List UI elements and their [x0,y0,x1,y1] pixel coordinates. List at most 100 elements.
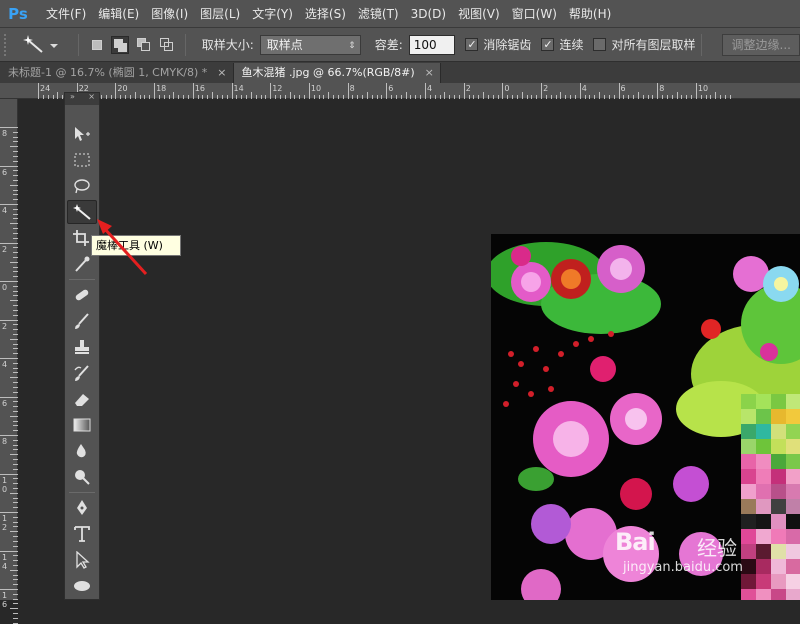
menu-layer[interactable]: 图层(L) [194,0,246,28]
close-icon[interactable]: × [88,92,95,101]
tool-preset-picker[interactable] [20,33,62,57]
ruler-minor-tick [328,92,330,99]
dodge-tool[interactable] [67,465,97,489]
separator [701,33,703,56]
menu-3d[interactable]: 3D(D) [405,0,452,28]
tab-label: 鱼木混猪 .jpg @ 66.7%(RGB/8#) [241,66,415,79]
sample-size-select[interactable]: 取样点 ⇕ [259,34,361,55]
antialias-label: 消除锯齿 [483,38,532,52]
ruler-major-tick [0,512,18,513]
ruler-minor-tick [10,415,18,417]
eraser-tool[interactable] [67,387,97,411]
ruler-label: 18 [156,84,167,93]
dodge-icon [75,470,90,485]
ruler-minor-tick [637,92,639,99]
magic-wand-icon [22,34,58,53]
ruler-label: 2 [2,244,8,254]
tool-separator [69,279,95,280]
menu-image[interactable]: 图像(I) [145,0,194,28]
ruler-major-tick [270,83,272,99]
path-selection-tool[interactable] [67,548,97,572]
checkbox-checked-icon: ✓ [541,38,555,51]
menu-view[interactable]: 视图(V) [452,0,506,28]
ruler-minor-tick [57,92,59,99]
magic-wand-icon [73,204,91,220]
checkbox-checked-icon: ✓ [465,38,479,51]
eyedropper-icon [75,256,90,272]
gradient-icon [73,418,91,432]
lasso-tool[interactable] [67,174,97,198]
menu-window[interactable]: 窗口(W) [506,0,563,28]
type-tool[interactable] [67,522,97,546]
refine-edge-button[interactable]: 调整边缘... [722,33,800,56]
ruler-major-tick [0,242,18,244]
menu-select[interactable]: 选择(S) [299,0,352,28]
sample-all-layers-checkbox[interactable]: 对所有图层取样 [593,36,695,53]
ruler-label: 4 [2,360,8,369]
intersect-selection-mode[interactable] [158,36,175,54]
photoshop-logo: Ps [8,4,28,23]
ruler-label: 14 [233,84,244,93]
sample-size-label: 取样大小: [201,38,254,52]
ruler-minor-tick [289,92,291,99]
tab-active-document[interactable]: 鱼木混猪 .jpg @ 66.7%(RGB/8#) × [233,63,441,83]
tools-panel-header[interactable]: » × [65,92,99,105]
menu-file[interactable]: 文件(F) [40,0,92,28]
separator [184,33,186,56]
antialias-checkbox[interactable]: ✓ 消除锯齿 [465,36,531,53]
clone-stamp-tool[interactable] [67,335,97,359]
ruler-minor-tick [173,92,175,99]
ruler-label: 4 [427,84,433,93]
ruler-major-tick [38,83,39,99]
gradient-tool[interactable] [67,413,97,437]
options-grip[interactable] [4,33,10,56]
ruler-major-tick [657,83,659,99]
magic-wand-tool[interactable] [67,200,97,224]
ruler-minor-tick [10,223,18,225]
ruler-label: 2 [465,84,471,93]
menu-edit[interactable]: 编辑(E) [92,0,145,28]
ellipse-tool[interactable] [67,574,97,598]
ruler-major-tick [192,83,194,99]
watermark-cn: 经验 [697,536,737,560]
ruler-label: 10 [310,84,322,93]
contiguous-checkbox[interactable]: ✓ 连续 [541,36,583,53]
ruler-label: 6 [2,398,8,408]
close-icon[interactable]: × [217,63,226,83]
ruler-minor-tick [10,569,18,571]
menu-help[interactable]: 帮助(H) [563,0,617,28]
pen-icon [77,500,87,515]
ruler-minor-tick [405,92,407,99]
tab-untitled-1[interactable]: 未标题-1 @ 16.7% (椭圆 1, CMYK/8) * × [0,63,234,83]
close-icon[interactable]: × [425,63,434,83]
vertical-ruler[interactable]: 86420246810121416 [0,99,18,624]
eraser-icon [75,394,89,406]
horizontal-ruler[interactable]: 24 22 20 18 16 14 12 10 8 6 4 2 0 2 4 6 8 10 [0,83,800,99]
pen-tool[interactable] [67,496,97,520]
ellipse-icon [74,581,90,591]
ruler-major-tick [502,83,504,99]
move-tool[interactable] [67,122,97,146]
add-selection-mode[interactable] [111,35,129,54]
ruler-major-tick [0,396,18,398]
ruler-label: 1 [2,514,8,523]
magic-wand-tooltip: 魔棒工具 (W) [91,235,181,256]
ruler-major-tick [0,358,18,359]
subtract-selection-mode[interactable] [135,36,152,54]
healing-brush-tool[interactable] [67,283,97,307]
collapse-icon[interactable]: » [70,92,75,101]
tool-separator [69,492,95,493]
marquee-tool[interactable] [67,148,97,172]
blur-tool[interactable] [67,439,97,463]
ruler-major-tick [115,83,117,99]
menu-filter[interactable]: 滤镜(T) [352,0,405,28]
menu-type[interactable]: 文字(Y) [246,0,299,28]
stamp-icon [75,340,89,354]
ruler-label: 1 [2,552,8,562]
history-brush-tool[interactable] [67,361,97,385]
options-bar: 取样大小: 取样点 ⇕ 容差: 100 ✓ 消除锯齿 ✓ 连续 对所有图层取样 … [0,28,800,62]
new-selection-mode[interactable] [88,36,105,54]
brush-tool[interactable] [67,309,97,333]
lasso-icon [74,179,90,194]
tolerance-input[interactable]: 100 [408,34,456,55]
